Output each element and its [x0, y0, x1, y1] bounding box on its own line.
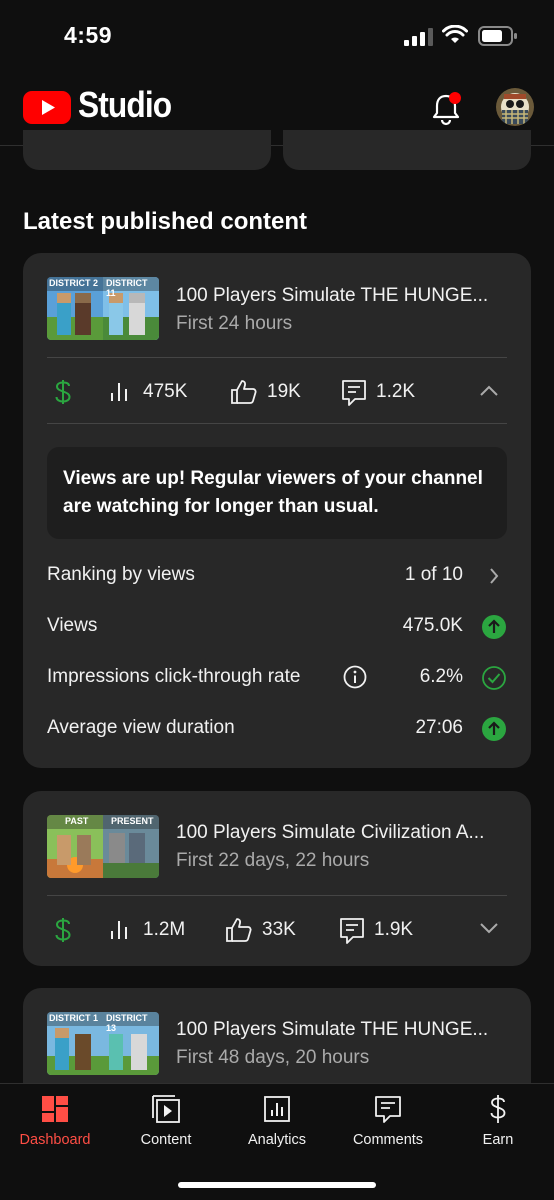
video-thumbnail[interactable]: DISTRICT 2 DISTRICT 11 [47, 277, 159, 340]
dashboard-icon [42, 1096, 68, 1122]
comments-count: 1.2K [376, 381, 416, 402]
likes-count: 33K [262, 919, 296, 940]
video-thumbnail[interactable]: DISTRICT 1 DISTRICT 13 [47, 1012, 159, 1075]
arrow-up-circle-icon [482, 717, 506, 741]
nav-analytics[interactable]: Analytics [222, 1094, 332, 1154]
stat-row-ranking[interactable]: Ranking by views 1 of 10 [47, 561, 507, 591]
nav-dashboard[interactable]: Dashboard [0, 1094, 110, 1154]
previous-card-right [283, 130, 531, 170]
comments-icon [375, 1096, 401, 1123]
youtube-logo-icon[interactable] [23, 91, 71, 124]
battery-icon [478, 26, 517, 46]
stat-label: Average view duration [47, 717, 235, 738]
video-title[interactable]: 100 Players Simulate THE HUNGE... [176, 285, 488, 307]
video-title[interactable]: 100 Players Simulate Civilization A... [176, 822, 484, 844]
thumbnail-label-left: PAST [65, 816, 89, 826]
stat-row-duration: Average view duration 27:06 [47, 714, 507, 744]
stat-value: 1 of 10 [404, 564, 463, 585]
status-bar: 4:59 [0, 0, 554, 70]
dollar-sign-icon[interactable] [53, 917, 73, 943]
stat-value: 27:06 [415, 717, 463, 738]
analytics-icon [264, 1096, 290, 1122]
views-bar-chart-icon [111, 921, 127, 939]
video-time-window: First 22 days, 22 hours [176, 850, 370, 871]
stat-label: Ranking by views [47, 564, 195, 585]
divider [47, 423, 507, 424]
earn-dollar-icon [490, 1095, 506, 1123]
video-card-1[interactable]: DISTRICT 2 DISTRICT 11 100 Players Simul… [23, 253, 531, 768]
thumbnail-label-right: DISTRICT 13 [106, 1013, 148, 1033]
bottom-navigation: Dashboard Content Analytics Comments Ear… [0, 1083, 554, 1200]
check-circle-icon [482, 666, 506, 690]
views-bar-chart-icon [111, 383, 127, 401]
account-avatar[interactable] [496, 88, 534, 126]
chevron-up-icon[interactable] [479, 383, 499, 397]
divider [47, 357, 507, 358]
nav-label: Comments [352, 1132, 424, 1148]
previous-card-left [23, 130, 271, 170]
divider [47, 895, 507, 896]
comments-count: 1.9K [374, 919, 414, 940]
nav-comments[interactable]: Comments [333, 1094, 443, 1154]
home-indicator[interactable] [178, 1182, 376, 1188]
comment-icon [342, 380, 366, 406]
insight-banner: Views are up! Regular viewers of your ch… [47, 447, 507, 539]
content-video-icon [152, 1095, 180, 1123]
nav-label: Dashboard [19, 1132, 91, 1148]
thumbs-up-icon [226, 918, 252, 942]
dollar-sign-icon[interactable] [53, 379, 73, 405]
stat-label: Impressions click-through rate [47, 666, 301, 687]
chevron-down-icon[interactable] [479, 921, 499, 935]
wifi-icon [442, 25, 468, 43]
video-time-window: First 48 days, 20 hours [176, 1047, 370, 1068]
stat-row-views: Views 475.0K [47, 612, 507, 642]
stat-value: 475.0K [402, 615, 463, 636]
likes-count: 19K [267, 381, 301, 402]
chevron-right-icon[interactable] [481, 563, 507, 589]
arrow-up-circle-icon [482, 615, 506, 639]
metrics-row: 475K 19K 1.2K [47, 371, 507, 411]
thumbnail-label-left: DISTRICT 1 [49, 1013, 99, 1023]
nav-label: Analytics [247, 1132, 307, 1148]
notification-bell-icon[interactable] [430, 90, 464, 126]
thumbnail-label-right: PRESENT [111, 816, 154, 826]
stat-label: Views [47, 615, 98, 636]
section-title: Latest published content [23, 208, 308, 235]
nav-label: Content [140, 1132, 192, 1148]
thumbs-up-icon [231, 380, 257, 404]
stat-row-ctr: Impressions click-through rate 6.2% [47, 663, 507, 693]
avatar-image [496, 88, 534, 126]
status-time: 4:59 [64, 22, 113, 48]
video-card-2[interactable]: PAST PRESENT 100 Players Simulate Civili… [23, 791, 531, 966]
thumbnail-label-right: DISTRICT 11 [106, 278, 148, 298]
thumbnail-label-left: DISTRICT 2 [49, 278, 99, 288]
brand-name: Studio [78, 84, 172, 125]
views-count: 1.2M [143, 919, 186, 940]
info-icon[interactable] [343, 665, 367, 689]
nav-label: Earn [482, 1132, 514, 1148]
stat-value: 6.2% [419, 666, 463, 687]
views-count: 475K [143, 381, 188, 402]
comment-icon [340, 918, 364, 944]
nav-content[interactable]: Content [111, 1094, 221, 1154]
cellular-signal-icon [404, 28, 433, 46]
metrics-row: 1.2M 33K 1.9K [47, 909, 507, 949]
video-title[interactable]: 100 Players Simulate THE HUNGE... [176, 1019, 488, 1041]
video-time-window: First 24 hours [176, 313, 293, 334]
nav-earn[interactable]: Earn [443, 1094, 553, 1154]
video-thumbnail[interactable]: PAST PRESENT [47, 815, 159, 878]
